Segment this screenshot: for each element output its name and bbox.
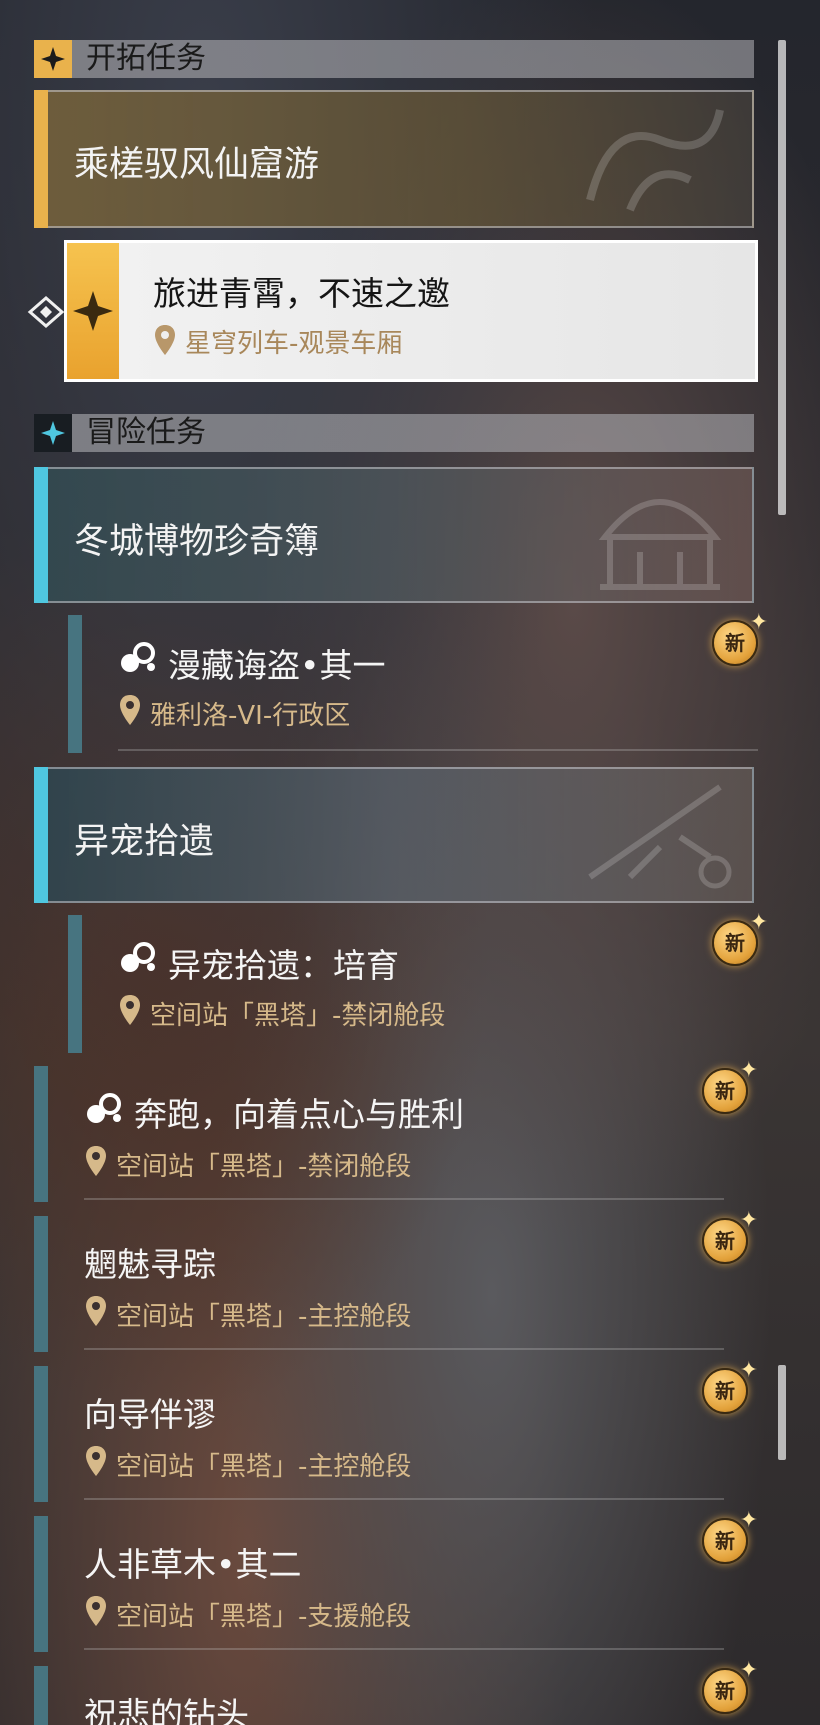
section-header-trailblaze: 开拓任务	[34, 40, 754, 78]
task-name: 魍魅寻踪	[84, 1245, 216, 1284]
location-pin-icon	[84, 1444, 108, 1482]
divider	[84, 1648, 724, 1650]
task-item[interactable]: 魍魅寻踪 空间站「黑塔」-主控舱段	[34, 1216, 754, 1356]
task-name: 异宠拾遗：培育	[168, 946, 399, 985]
task-name: 人非草木•其二	[84, 1545, 302, 1584]
current-task-emblem	[67, 243, 119, 379]
task-location: 雅利洛-VI-行政区	[150, 701, 351, 731]
new-badge: 新 ✦	[696, 1210, 758, 1268]
task-item[interactable]: 奔跑，向着点心与胜利 空间站「黑塔」-禁闭舱段	[34, 1066, 754, 1206]
task-accent-bar	[68, 915, 82, 1053]
new-badge: 新 ✦	[696, 1360, 758, 1418]
new-badge: 新 ✦	[706, 612, 768, 670]
task-name: 漫藏诲盗•其一	[168, 646, 386, 685]
companion-task-icon	[118, 941, 158, 981]
current-task-name: 旅进青霄，不速之邀	[153, 274, 450, 313]
task-name: 奔跑，向着点心与胜利	[134, 1095, 464, 1134]
group-art-icon	[586, 109, 724, 212]
current-task-location: 星穹列车-观景车厢	[185, 329, 403, 359]
task-accent-bar	[68, 615, 82, 753]
new-badge: 新 ✦	[696, 1060, 758, 1118]
rocket-art-icon	[588, 784, 732, 889]
mission-group[interactable]: 冬城博物珍奇簿	[34, 467, 754, 603]
location-pin-icon	[118, 693, 142, 731]
scrollbar-lower[interactable]	[778, 1365, 786, 1460]
task-item[interactable]: 人非草木•其二 空间站「黑塔」-支援舱段	[34, 1516, 754, 1656]
task-accent-bar	[34, 1066, 48, 1202]
current-task-card[interactable]: 旅进青霄，不速之邀 星穹列车-观景车厢	[64, 240, 758, 382]
task-location: 空间站「黑塔」-主控舱段	[116, 1302, 412, 1332]
group-accent-bar	[34, 767, 48, 903]
location-pin-icon	[84, 1294, 108, 1332]
task-location: 空间站「黑塔」-禁闭舱段	[150, 1001, 446, 1031]
task-location: 空间站「黑塔」-支援舱段	[116, 1602, 412, 1632]
task-accent-bar	[34, 1516, 48, 1652]
group-accent-bar	[34, 90, 48, 228]
divider	[118, 749, 758, 751]
new-badge: 新 ✦	[696, 1660, 758, 1718]
adventure-icon	[34, 414, 72, 452]
task-location: 空间站「黑塔」-主控舱段	[116, 1452, 412, 1482]
section-header-adventure: 冒险任务	[34, 414, 754, 452]
location-pin-icon	[118, 993, 142, 1031]
trailblaze-icon	[34, 40, 72, 78]
scrollbar-upper[interactable]	[778, 40, 786, 515]
group-accent-bar	[34, 467, 48, 603]
task-name: 向导伴谬	[84, 1395, 216, 1434]
task-item[interactable]: 漫藏诲盗•其一 雅利洛-VI-行政区	[68, 615, 758, 755]
task-item[interactable]: 向导伴谬 空间站「黑塔」-主控舱段	[34, 1366, 754, 1506]
companion-task-icon	[118, 641, 158, 681]
divider	[84, 1198, 724, 1200]
group-title: 异宠拾遗	[74, 822, 215, 862]
selected-task-marker	[26, 292, 66, 336]
section-title: 冒险任务	[86, 415, 206, 450]
mission-group-trailblaze[interactable]: 乘槎驭风仙窟游	[34, 90, 754, 228]
companion-task-icon	[84, 1092, 124, 1132]
task-item[interactable]: 祝悲的钻头	[34, 1666, 754, 1725]
task-item[interactable]: 异宠拾遗：培育 空间站「黑塔」-禁闭舱段	[68, 915, 758, 1055]
divider	[84, 1498, 724, 1500]
task-accent-bar	[34, 1366, 48, 1502]
new-badge: 新 ✦	[706, 912, 768, 970]
task-accent-bar	[34, 1216, 48, 1352]
museum-art-icon	[598, 499, 722, 590]
location-pin-icon	[153, 323, 177, 361]
task-name: 祝悲的钻头	[84, 1695, 249, 1725]
section-title: 开拓任务	[86, 41, 206, 76]
divider	[84, 1348, 724, 1350]
location-pin-icon	[84, 1594, 108, 1632]
mission-group[interactable]: 异宠拾遗	[34, 767, 754, 903]
group-title: 冬城博物珍奇簿	[74, 522, 320, 562]
task-location: 空间站「黑塔」-禁闭舱段	[116, 1152, 412, 1182]
new-badge: 新 ✦	[696, 1510, 758, 1568]
task-accent-bar	[34, 1666, 48, 1725]
group-title: 乘槎驭风仙窟游	[74, 145, 320, 185]
location-pin-icon	[84, 1144, 108, 1182]
